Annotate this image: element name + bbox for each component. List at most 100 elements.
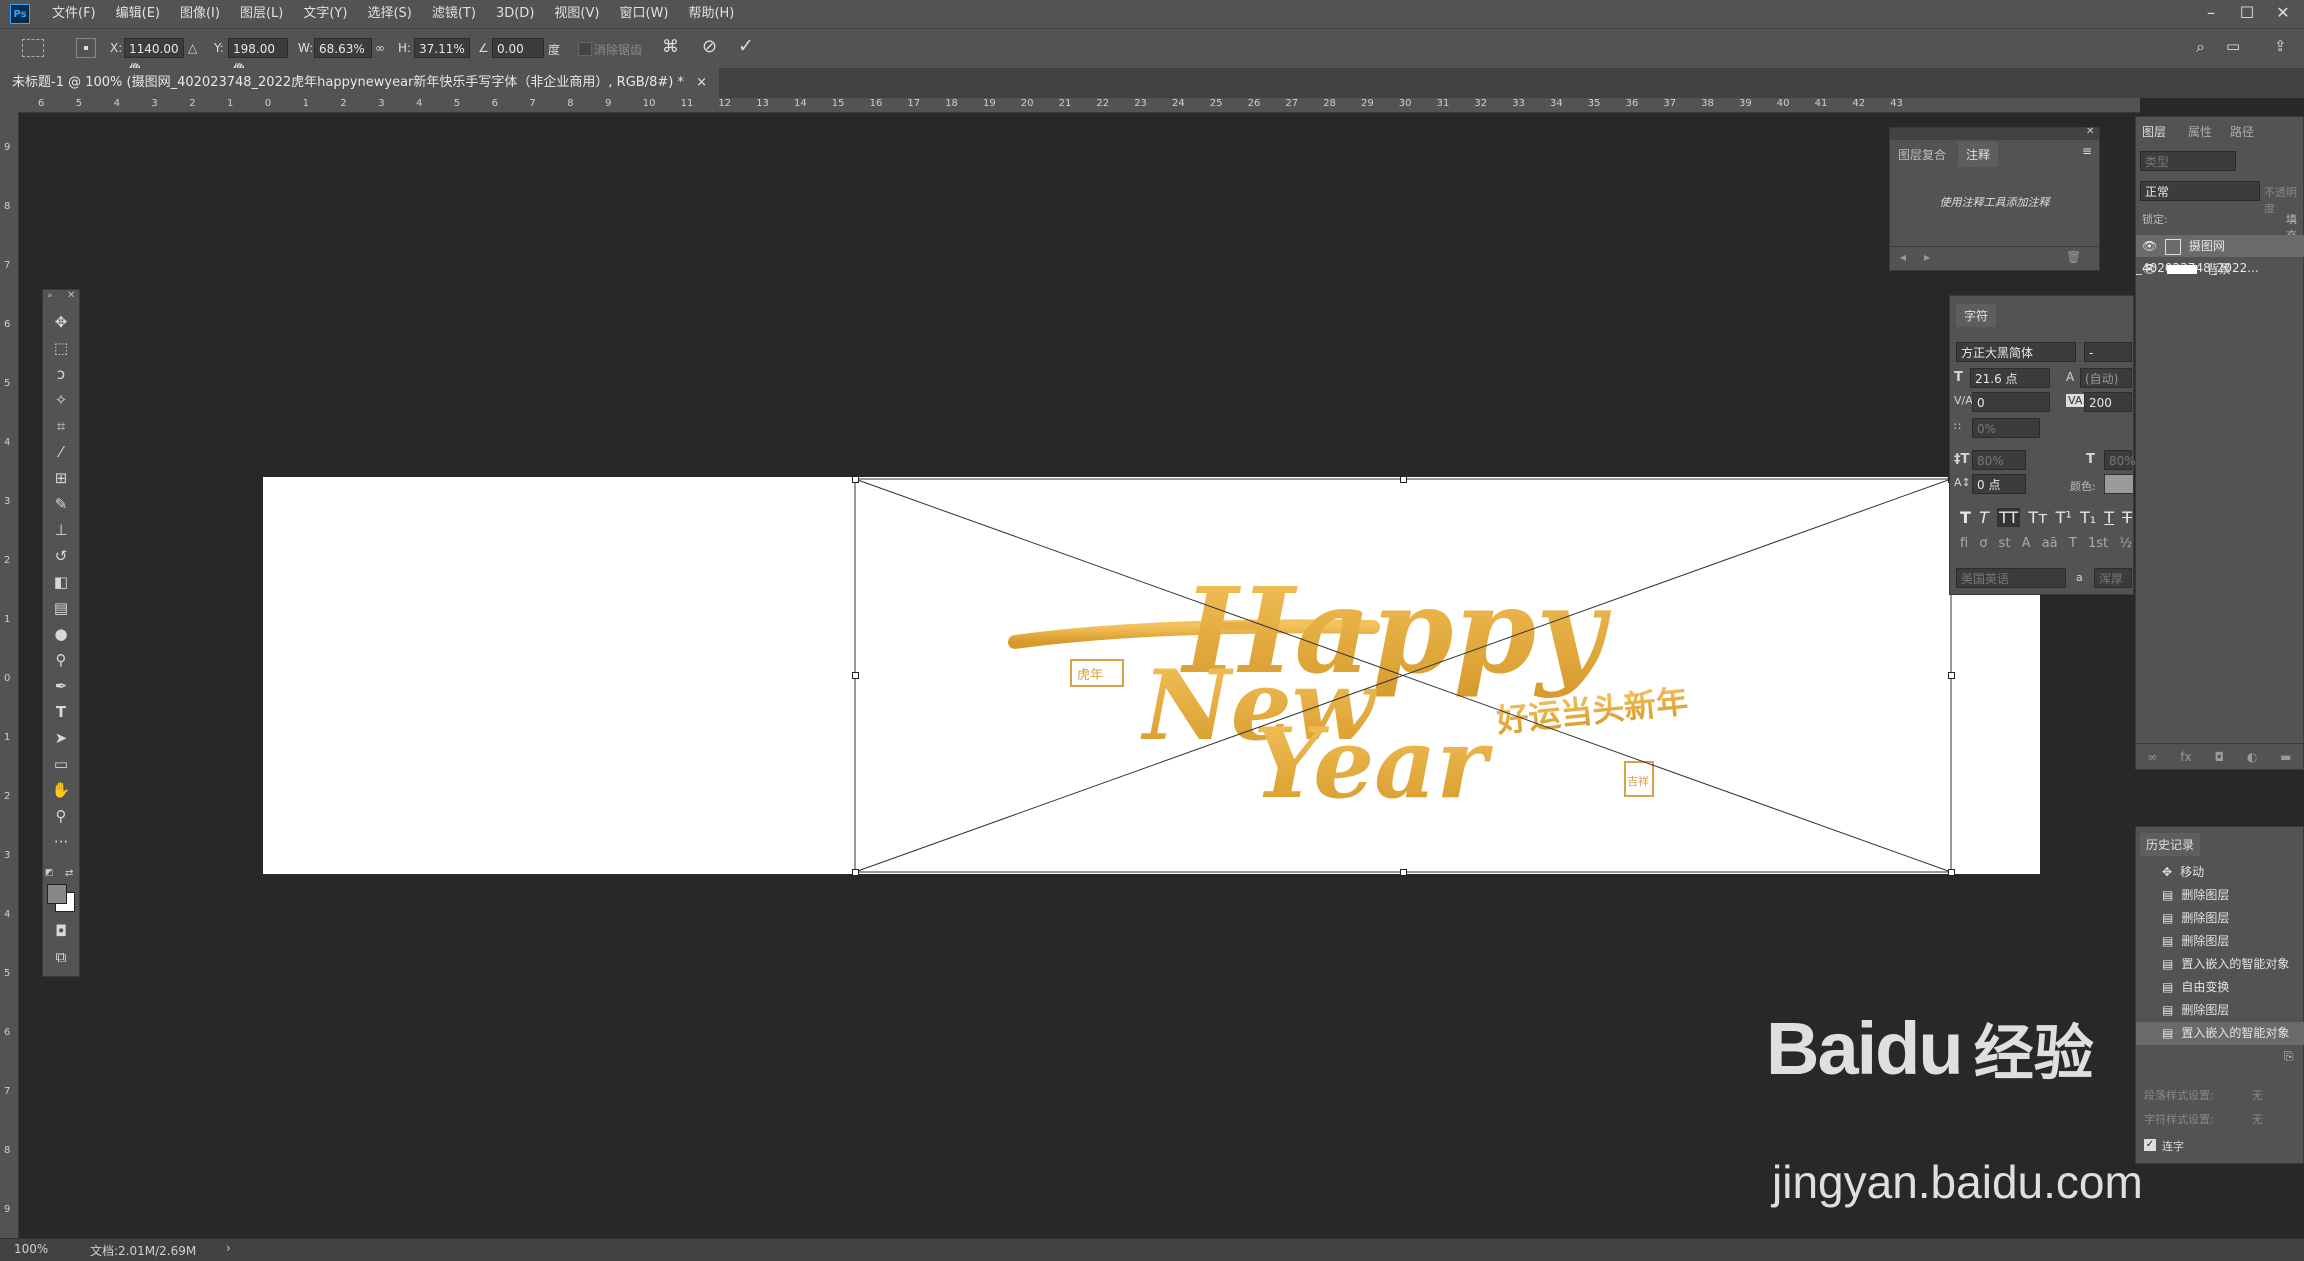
faux-bold-button[interactable]: T <box>1960 508 1971 527</box>
document-tab[interactable]: 未标题-1 @ 100% (摄图网_402023748_2022虎年happyn… <box>0 68 719 98</box>
stamp-tool-icon[interactable]: ⊥ <box>49 519 73 541</box>
transform-handle-bm[interactable] <box>1400 869 1407 876</box>
eyedropper-tool-icon[interactable]: ⁄ <box>49 441 73 463</box>
tab-layer-comps[interactable]: 图层复合 <box>1898 146 1946 163</box>
menu-select[interactable]: 选择(S) <box>357 0 421 28</box>
menu-3d[interactable]: 3D(D) <box>486 0 544 28</box>
move-tool-icon[interactable]: ✥ <box>49 311 73 333</box>
quick-mask-icon[interactable]: ◘ <box>49 920 73 942</box>
kerning-field[interactable]: 0 <box>1972 392 2050 412</box>
crop-tool-icon[interactable]: ⌗ <box>49 415 73 437</box>
toolbar-close-icon[interactable]: ✕ <box>67 290 75 301</box>
history-item[interactable]: ▤ 删除图层 <box>2136 930 2304 953</box>
menu-filter[interactable]: 滤镜(T) <box>422 0 486 28</box>
tab-paths[interactable]: 路径 <box>2230 123 2254 140</box>
font-size-field[interactable]: 21.6 点 <box>1970 368 2050 388</box>
menu-file[interactable]: 文件(F) <box>42 0 106 28</box>
vertical-scale-field[interactable]: 80% <box>1972 450 2026 470</box>
history-item[interactable]: ✥ 移动 <box>2136 861 2304 884</box>
menu-image[interactable]: 图像(I) <box>170 0 230 28</box>
document-tab-close-icon[interactable]: × <box>696 75 707 90</box>
share-icon[interactable]: ⇪ <box>2274 37 2287 55</box>
next-note-icon[interactable]: ▸ <box>1924 250 1930 264</box>
lasso-tool-icon[interactable]: ↄ <box>49 363 73 385</box>
link-layers-icon[interactable]: ∞ <box>2147 744 2157 770</box>
commit-transform-icon[interactable]: ✓ <box>738 35 754 57</box>
new-group-icon[interactable]: ▬ <box>2280 744 2291 770</box>
transform-handle-tm[interactable] <box>1400 476 1407 483</box>
menu-window[interactable]: 窗口(W) <box>609 0 678 28</box>
ot-swash-button[interactable]: A <box>2022 536 2031 551</box>
history-item[interactable]: ▤ 删除图层 <box>2136 907 2304 930</box>
ot-fractions-button[interactable]: ½ <box>2119 536 2132 551</box>
path-select-tool-icon[interactable]: ➤ <box>49 727 73 749</box>
status-menu-arrow-icon[interactable]: › <box>226 1241 231 1255</box>
more-tools-icon[interactable]: ··· <box>49 831 73 853</box>
w-field[interactable]: 68.63% <box>314 38 372 58</box>
ot-ordinals-button[interactable]: 1st <box>2088 536 2108 551</box>
notes-panel-close-icon[interactable]: ✕ <box>2086 126 2094 137</box>
font-family-select[interactable]: 方正大黑简体 <box>1956 342 2076 362</box>
layer-row-smart-object[interactable]: 👁 摄图网_402023748_2022... <box>2136 235 2304 275</box>
history-item-current[interactable]: ▤ 置入嵌入的智能对象 <box>2136 1022 2304 1045</box>
layer-row-background[interactable]: 👁 背景 <box>2136 258 2304 280</box>
workspace-icon[interactable]: ▭ <box>2226 37 2240 55</box>
toolbar-collapse-icon[interactable]: » <box>47 291 53 301</box>
baseline-field[interactable]: 0 点 <box>1972 474 2026 494</box>
history-item[interactable]: ▤ 删除图层 <box>2136 999 2304 1022</box>
tab-notes[interactable]: 注释 <box>1958 142 1999 167</box>
menu-layer[interactable]: 图层(L) <box>230 0 293 28</box>
rectangle-tool-icon[interactable]: ▭ <box>49 753 73 775</box>
antialias-select[interactable]: 浑厚 <box>2094 568 2132 588</box>
y-field[interactable]: 198.00 像 <box>228 38 288 76</box>
search-icon[interactable]: ⌕ <box>2196 37 2205 57</box>
relative-position-icon[interactable]: △ <box>188 41 197 55</box>
type-tool-icon[interactable]: T <box>49 701 73 723</box>
pen-tool-icon[interactable]: ✒ <box>49 675 73 697</box>
vertical-ruler[interactable]: 9 8 7 6 5 4 3 2 1 0 1 2 3 4 5 6 7 8 9 <box>0 112 19 1238</box>
default-colors-icon[interactable]: ◩ <box>45 868 54 878</box>
prev-note-icon[interactable]: ◂ <box>1900 250 1906 264</box>
history-item[interactable]: ▤ 置入嵌入的智能对象 <box>2136 953 2304 976</box>
layer-visibility-icon[interactable]: 👁 <box>2142 262 2157 276</box>
foreground-color-swatch[interactable] <box>47 884 67 904</box>
ligature-checkbox[interactable]: ✓ <box>2144 1139 2156 1151</box>
link-icon[interactable]: ∞ <box>375 41 385 55</box>
notes-panel-menu-icon[interactable]: ≡ <box>2082 144 2092 158</box>
new-snapshot-icon[interactable]: ⎘ <box>2284 1049 2294 1064</box>
history-item[interactable]: ▤ 删除图层 <box>2136 884 2304 907</box>
hand-tool-icon[interactable]: ✋ <box>49 779 73 801</box>
tracking-field[interactable]: 200 <box>2084 392 2132 412</box>
horizontal-ruler[interactable]: 6 5 4 3 2 1 0 1 2 3 4 5 6 7 8 9 10 11 12 13 14 15 16 17 18 19 20 21… <box>0 98 2140 113</box>
document-info[interactable]: 文档:2.01M/2.69M <box>90 1242 196 1259</box>
eraser-tool-icon[interactable]: ◧ <box>49 571 73 593</box>
layer-filter-input[interactable]: 类型 <box>2140 151 2236 171</box>
blend-mode-select[interactable]: 正常 <box>2140 181 2260 201</box>
angle-field[interactable]: 0.00 <box>492 38 544 58</box>
layer-visibility-icon[interactable]: 👁 <box>2142 239 2157 253</box>
antialias-checkbox[interactable] <box>578 42 592 56</box>
all-caps-button[interactable]: TT <box>1996 508 2021 527</box>
delete-note-icon[interactable]: 🗑 <box>2066 250 2081 264</box>
reference-point-icon[interactable] <box>76 38 96 58</box>
history-panel-title[interactable]: 历史记录 <box>2140 833 2201 856</box>
fx-icon[interactable]: fx <box>2180 744 2191 770</box>
strikethrough-button[interactable]: T <box>2122 508 2132 527</box>
gradient-tool-icon[interactable]: ▤ <box>49 597 73 619</box>
brush-tool-icon[interactable]: ✎ <box>49 493 73 515</box>
subscript-button[interactable]: T₁ <box>2080 508 2096 527</box>
transform-tool-icon[interactable] <box>22 39 44 57</box>
zoom-level[interactable]: 100% <box>14 1242 48 1256</box>
character-panel-title[interactable]: 字符 <box>1956 304 1997 327</box>
ot-discretionary-button[interactable]: st <box>1999 536 2011 551</box>
screen-mode-icon[interactable]: ⧉ <box>49 946 73 968</box>
ot-ligature-button[interactable]: fi <box>1960 536 1968 551</box>
superscript-button[interactable]: T¹ <box>2056 508 2072 527</box>
tsume-field[interactable]: 0% <box>1972 418 2040 438</box>
transform-handle-br[interactable] <box>1948 869 1955 876</box>
document-canvas[interactable]: Happy New Year 好运当头新年 虎年 吉祥 <box>263 476 2040 876</box>
transform-handle-bl[interactable] <box>852 869 859 876</box>
swap-colors-icon[interactable]: ⇄ <box>65 868 73 879</box>
marquee-tool-icon[interactable]: ⬚ <box>49 337 73 359</box>
healing-tool-icon[interactable]: ⊞ <box>49 467 73 489</box>
